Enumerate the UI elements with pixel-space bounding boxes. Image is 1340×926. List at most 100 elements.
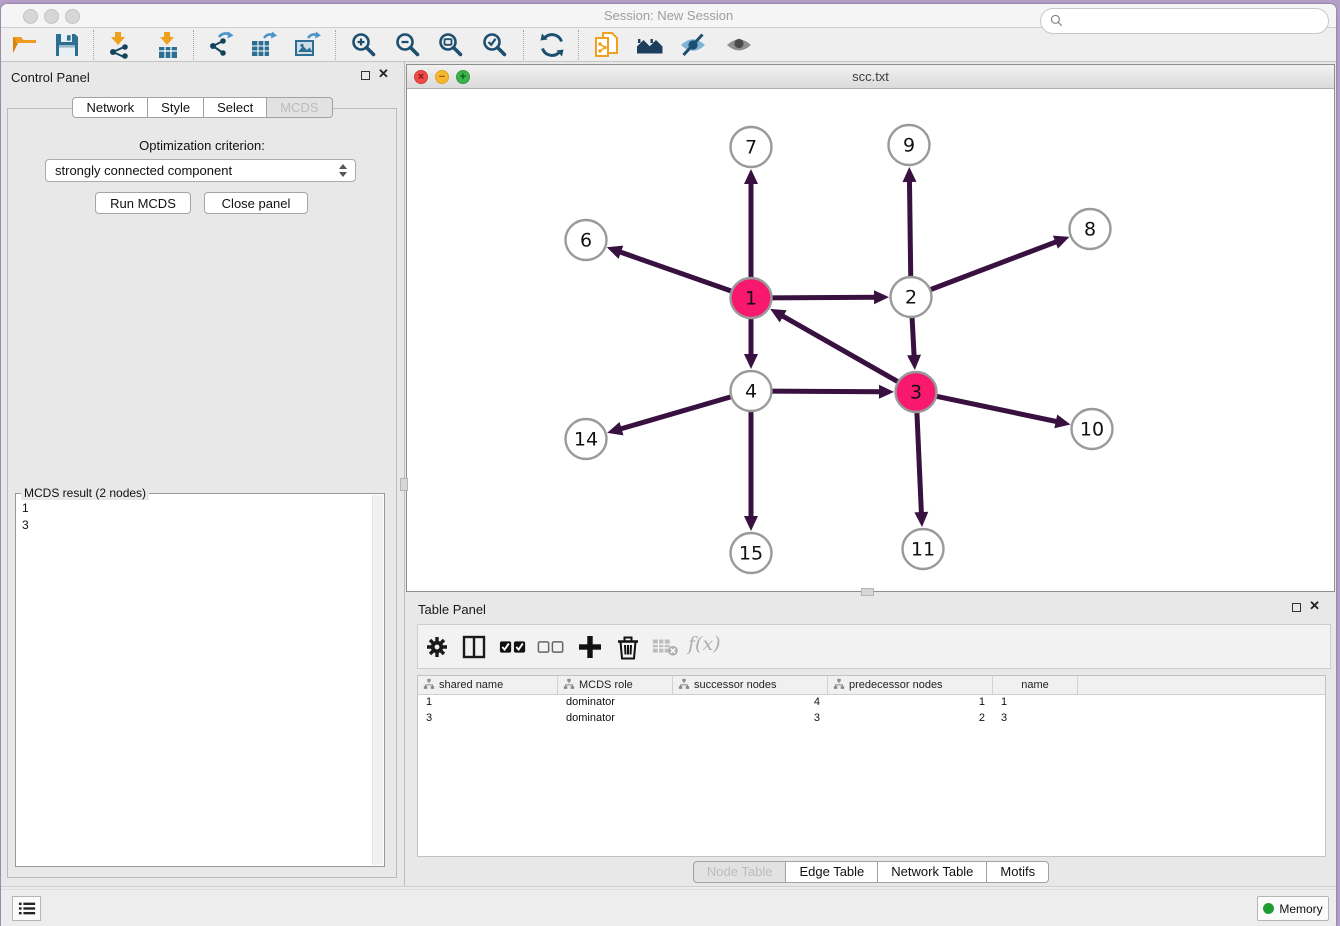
split-columns-icon[interactable] xyxy=(460,633,488,661)
network-graph[interactable]: 1234678910111415 xyxy=(407,89,1334,591)
edge-1-2[interactable] xyxy=(769,297,877,298)
zoom-out-icon[interactable] xyxy=(394,31,422,59)
edge-2-9[interactable] xyxy=(909,179,910,279)
zoom-fit-icon[interactable] xyxy=(437,31,465,59)
column-header-predecessor-nodes[interactable]: predecessor nodes xyxy=(828,676,993,694)
cell: 2 xyxy=(828,711,993,727)
edge-2-3[interactable] xyxy=(912,315,914,358)
control-panel-title: Control Panel xyxy=(11,70,90,85)
optimization-criterion-select[interactable]: strongly connected component xyxy=(45,159,356,182)
edge-4-3[interactable] xyxy=(769,391,882,392)
tab-network-table[interactable]: Network Table xyxy=(878,861,987,883)
save-session-icon[interactable] xyxy=(53,31,81,59)
search-input[interactable] xyxy=(1065,14,1328,29)
node-label-1: 1 xyxy=(745,288,757,310)
memory-button[interactable]: Memory xyxy=(1257,896,1329,921)
tab-motifs[interactable]: Motifs xyxy=(987,861,1049,883)
tab-select[interactable]: Select xyxy=(204,97,267,118)
run-mcds-button[interactable]: Run MCDS xyxy=(95,192,191,214)
column-label: successor nodes xyxy=(694,679,777,691)
delete-column-icon xyxy=(651,633,679,661)
search-field[interactable] xyxy=(1040,8,1329,34)
network-window-titlebar[interactable]: × − + scc.txt xyxy=(407,65,1334,89)
tab-edge-table[interactable]: Edge Table xyxy=(786,861,878,883)
close-panel-icon[interactable]: ✕ xyxy=(378,66,389,82)
mcds-result-box: MCDS result (2 nodes) 1 3 xyxy=(15,493,385,867)
arrowhead-1-7 xyxy=(744,169,758,184)
node-label-7: 7 xyxy=(745,137,757,159)
memory-status-icon xyxy=(1263,903,1274,914)
task-history-button[interactable] xyxy=(12,896,41,921)
zoom-in-icon[interactable] xyxy=(350,31,378,59)
control-panel-header: Control Panel ✕ xyxy=(1,62,404,92)
mcds-result-list: 1 3 xyxy=(16,496,372,866)
delete-row-icon[interactable] xyxy=(614,633,642,661)
edge-1-6[interactable] xyxy=(618,251,734,292)
refresh-icon[interactable] xyxy=(538,31,566,59)
column-tree-icon xyxy=(563,678,575,693)
optimization-criterion-label: Optimization criterion: xyxy=(8,138,396,153)
open-session-icon[interactable] xyxy=(11,31,39,59)
edge-3-11[interactable] xyxy=(917,410,922,515)
cell: dominator xyxy=(558,711,673,727)
export-table-icon[interactable] xyxy=(249,31,277,59)
close-panel-button[interactable]: Close panel xyxy=(204,192,308,214)
arrowhead-4-15 xyxy=(744,516,758,531)
select-all-rows-icon[interactable] xyxy=(499,633,527,661)
arrowhead-3-11 xyxy=(914,512,928,527)
close-table-panel-icon[interactable]: ✕ xyxy=(1309,598,1320,614)
hide-selected-icon[interactable] xyxy=(679,31,707,59)
cell: 1 xyxy=(828,695,993,711)
import-table-icon[interactable] xyxy=(154,31,182,59)
column-tree-icon xyxy=(678,678,690,693)
tab-style[interactable]: Style xyxy=(148,97,204,118)
column-header-successor-nodes[interactable]: successor nodes xyxy=(673,676,828,694)
control-panel: Control Panel ✕ NetworkStyleSelectMCDS O… xyxy=(1,62,405,886)
edge-2-8[interactable] xyxy=(928,241,1058,291)
add-column-icon[interactable] xyxy=(576,633,604,661)
list-icon xyxy=(18,901,36,916)
float-panel-icon[interactable] xyxy=(361,71,370,80)
import-network-icon[interactable] xyxy=(105,31,133,59)
zoom-selected-icon[interactable] xyxy=(481,31,509,59)
status-bar: Memory xyxy=(1,886,1336,926)
cell: 1 xyxy=(418,695,558,711)
tab-node-table[interactable]: Node Table xyxy=(693,861,787,883)
table-splitter-handle[interactable] xyxy=(861,588,874,596)
node-table[interactable]: shared name MCDS role successor nodes prede… xyxy=(417,675,1326,857)
float-table-panel-icon[interactable] xyxy=(1292,603,1301,612)
node-label-15: 15 xyxy=(739,543,763,565)
control-panel-tabs: NetworkStyleSelectMCDS xyxy=(1,97,404,118)
export-image-icon[interactable] xyxy=(293,31,321,59)
arrowhead-1-2 xyxy=(874,290,889,304)
table-panel: Table Panel ✕ f(x) shared nameMCDS roles… xyxy=(406,592,1336,886)
export-network-icon[interactable] xyxy=(206,31,234,59)
tab-mcds[interactable]: MCDS xyxy=(267,97,332,118)
table-tabs: Node TableEdge TableNetwork TableMotifs xyxy=(406,861,1336,883)
table-row[interactable]: 3dominator323 xyxy=(418,711,1325,727)
table-row[interactable]: 1dominator411 xyxy=(418,695,1325,711)
column-header-shared-name[interactable]: shared name xyxy=(418,676,558,694)
tab-network[interactable]: Network xyxy=(72,97,148,118)
network-canvas[interactable]: 1234678910111415 xyxy=(407,89,1334,591)
cell: 4 xyxy=(673,695,828,711)
node-label-8: 8 xyxy=(1084,219,1096,241)
new-network-from-selection-icon[interactable] xyxy=(593,31,621,59)
gear-icon[interactable] xyxy=(423,633,451,661)
deselect-all-rows-icon[interactable] xyxy=(537,633,565,661)
edge-3-10[interactable] xyxy=(934,396,1059,422)
edge-4-14[interactable] xyxy=(619,396,734,429)
show-all-icon[interactable] xyxy=(725,31,753,59)
cell: 1 xyxy=(993,695,1078,711)
result-scrollbar[interactable] xyxy=(372,495,383,865)
column-header-name[interactable]: name xyxy=(993,676,1078,694)
first-neighbors-icon[interactable] xyxy=(636,31,664,59)
edge-3-1[interactable] xyxy=(781,315,901,383)
table-header-row: shared name MCDS role successor nodes prede… xyxy=(418,676,1325,695)
cell: 3 xyxy=(418,711,558,727)
panel-splitter-handle[interactable] xyxy=(400,478,408,491)
column-header-MCDS-role[interactable]: MCDS role xyxy=(558,676,673,694)
column-label: shared name xyxy=(439,679,503,691)
toolbar-separator xyxy=(335,30,336,60)
node-label-10: 10 xyxy=(1080,419,1104,441)
